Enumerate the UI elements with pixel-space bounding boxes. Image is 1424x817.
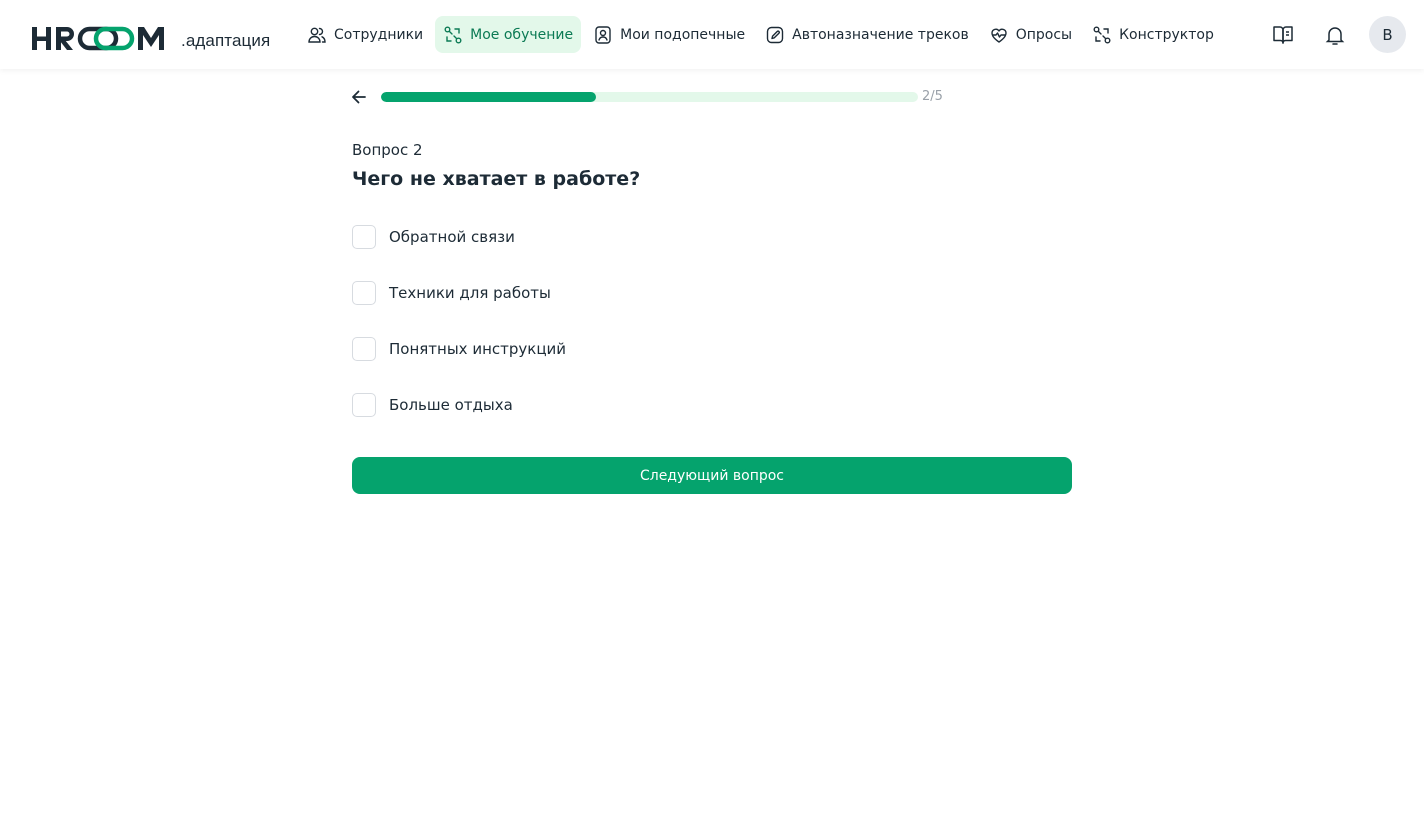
header-actions: В bbox=[1265, 16, 1406, 53]
knowledge-base-button[interactable] bbox=[1265, 17, 1301, 53]
nav-item-label: Автоназначение треков bbox=[792, 26, 969, 43]
route-icon bbox=[1092, 25, 1112, 45]
answer-option[interactable]: Понятных инструкций bbox=[352, 337, 566, 361]
book-icon bbox=[1273, 25, 1293, 44]
option-checkbox[interactable] bbox=[352, 281, 376, 305]
option-checkbox[interactable] bbox=[352, 393, 376, 417]
progress-row: 2/5 bbox=[352, 88, 972, 106]
question-title: Чего не хватает в работе? bbox=[352, 168, 641, 190]
progress-bar-fill bbox=[381, 92, 596, 102]
arrow-left-icon bbox=[352, 90, 366, 104]
nav-item-my-learning[interactable]: Мое обучение bbox=[435, 16, 582, 53]
answer-option[interactable]: Техники для работы bbox=[352, 281, 551, 305]
option-label: Обратной связи bbox=[389, 228, 515, 246]
route-icon bbox=[443, 25, 463, 45]
top-header: .адаптация Сотрудники Мое обучение Мои п… bbox=[0, 0, 1424, 69]
option-label: Больше отдыха bbox=[389, 396, 513, 414]
nav-item-employees[interactable]: Сотрудники bbox=[299, 16, 431, 53]
nav-item-label: Конструктор bbox=[1119, 26, 1214, 43]
progress-count: 2/5 bbox=[922, 89, 943, 104]
option-label: Техники для работы bbox=[389, 284, 551, 302]
progress-bar bbox=[381, 92, 918, 102]
next-question-button[interactable]: Следующий вопрос bbox=[352, 457, 1072, 494]
main-nav: Сотрудники Мое обучение Мои подопечные А… bbox=[299, 16, 1226, 53]
nav-item-mentees[interactable]: Мои подопечные bbox=[585, 16, 753, 53]
option-label: Понятных инструкций bbox=[389, 340, 567, 358]
nav-item-label: Опросы bbox=[1015, 26, 1073, 43]
option-checkbox[interactable] bbox=[352, 225, 376, 249]
back-button[interactable] bbox=[348, 88, 370, 106]
pen-icon bbox=[765, 25, 785, 45]
nav-item-surveys[interactable]: Опросы bbox=[981, 16, 1080, 53]
nav-item-label: Мое обучение bbox=[470, 26, 574, 43]
bell-icon bbox=[1325, 26, 1345, 45]
users-icon bbox=[307, 25, 327, 45]
hroom-logo[interactable]: .адаптация bbox=[32, 20, 270, 52]
nav-item-auto-assign[interactable]: Автоназначение треков bbox=[757, 16, 977, 53]
nav-item-constructor[interactable]: Конструктор bbox=[1084, 16, 1222, 53]
answer-option[interactable]: Больше отдыха bbox=[352, 393, 513, 417]
nav-item-label: Мои подопечные bbox=[620, 26, 746, 43]
option-checkbox[interactable] bbox=[352, 337, 376, 361]
heart-pulse-icon bbox=[989, 25, 1009, 45]
person-badge-icon bbox=[593, 25, 613, 45]
user-avatar[interactable]: В bbox=[1369, 16, 1406, 53]
logo-suffix: .адаптация bbox=[181, 31, 271, 50]
answer-option[interactable]: Обратной связи bbox=[352, 225, 515, 249]
nav-item-label: Сотрудники bbox=[334, 26, 424, 43]
hroom-logo-mark bbox=[32, 26, 164, 51]
question-number: Вопрос 2 bbox=[352, 141, 423, 159]
notifications-button[interactable] bbox=[1317, 17, 1353, 53]
